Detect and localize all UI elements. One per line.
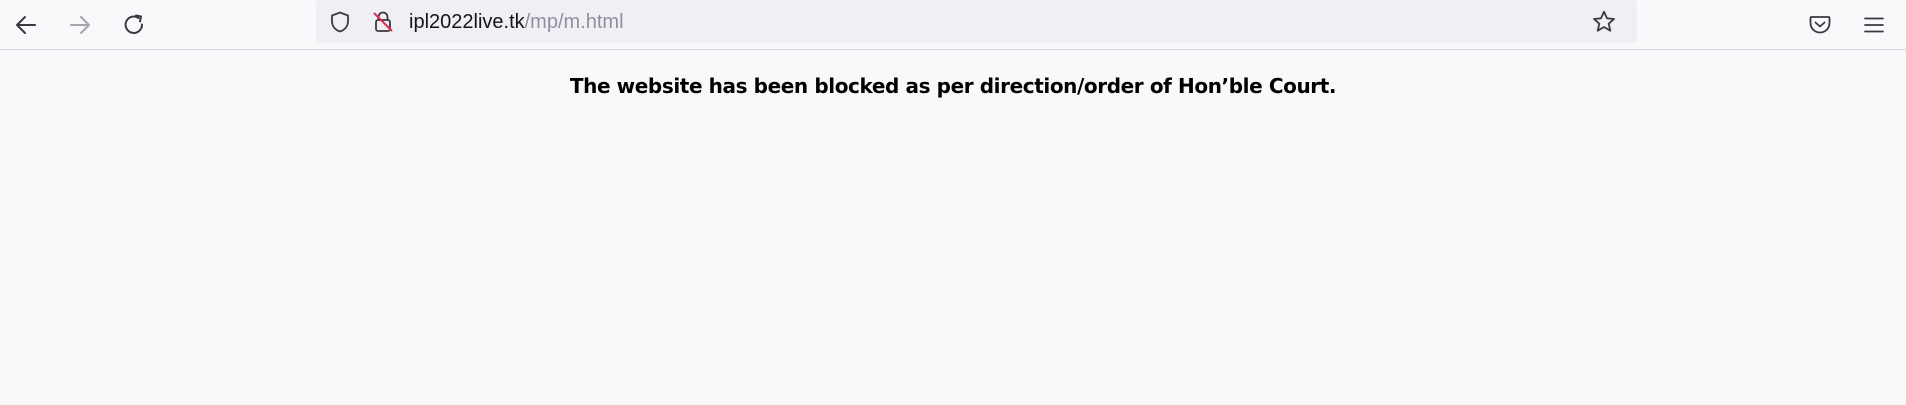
url-text[interactable]: ipl2022live.tk/mp/m.html xyxy=(409,10,624,34)
tracking-protection-shield-icon[interactable] xyxy=(325,7,355,37)
back-button[interactable] xyxy=(6,5,46,45)
arrow-left-icon xyxy=(16,16,36,34)
hamburger-menu-icon xyxy=(1864,17,1884,33)
url-path: /mp/m.html xyxy=(524,11,624,33)
insecure-lock-icon[interactable] xyxy=(368,7,398,37)
page-content: The website has been blocked as per dire… xyxy=(0,50,1906,405)
blocked-message: The website has been blocked as per dire… xyxy=(569,74,1337,98)
app-menu-button[interactable] xyxy=(1854,5,1894,45)
reload-icon xyxy=(124,14,144,34)
star-icon[interactable] xyxy=(1589,7,1619,37)
reload-button[interactable] xyxy=(114,5,154,45)
url-bar[interactable]: ipl2022live.tk/mp/m.html xyxy=(316,0,1637,43)
pocket-button[interactable] xyxy=(1800,5,1840,45)
browser-toolbar: ipl2022live.tk/mp/m.html xyxy=(0,0,1906,50)
pocket-icon xyxy=(1809,16,1831,34)
forward-button[interactable] xyxy=(60,5,100,45)
arrow-right-icon xyxy=(70,16,90,34)
url-host: ipl2022live.tk xyxy=(409,11,525,33)
